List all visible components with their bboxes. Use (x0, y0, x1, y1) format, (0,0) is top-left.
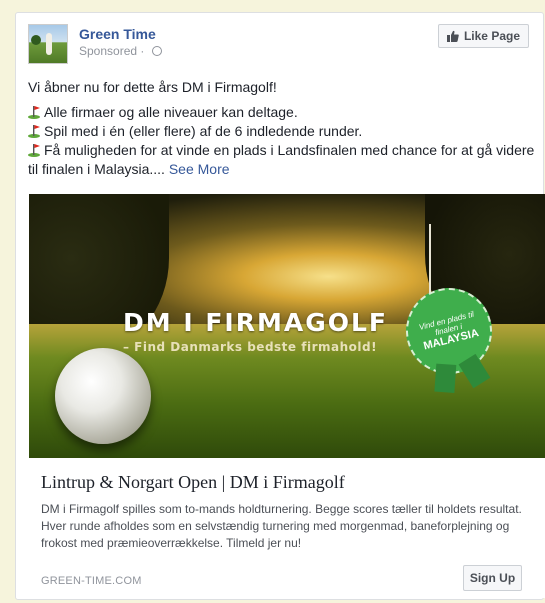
see-more-link[interactable]: See More (169, 161, 230, 177)
avatar-golfer (46, 33, 52, 55)
golf-ball (55, 348, 151, 444)
thumbs-up-icon (446, 30, 459, 42)
like-page-label: Like Page (463, 29, 520, 43)
globe-icon (151, 46, 162, 56)
ad-headline: DM I FIRMAGOLF (123, 308, 388, 337)
like-page-button[interactable]: Like Page (437, 24, 529, 48)
golf-flag-icon (28, 144, 40, 157)
bullet-item: Alle firmaer og alle niveauer kan deltag… (28, 103, 538, 122)
golf-flag-icon (28, 125, 40, 138)
golf-flag-icon (28, 106, 40, 119)
avatar-tree (31, 35, 41, 45)
ad-image[interactable]: DM I FIRMAGOLF – Find Danmarks bedste fi… (29, 194, 545, 458)
post-intro: Vi åbner nu for dette års DM i Firmagolf… (28, 79, 277, 95)
page-name-link[interactable]: Green Time (79, 26, 156, 42)
post-bullets: Alle firmaer og alle niveauer kan deltag… (28, 103, 538, 179)
bullet-item: Få muligheden for at vinde en plads i La… (28, 142, 535, 177)
link-preview[interactable]: Lintrup & Norgart Open | DM i Firmagolf … (29, 458, 545, 598)
link-title[interactable]: Lintrup & Norgart Open | DM i Firmagolf (41, 472, 345, 493)
sponsored-text: Sponsored · (79, 44, 148, 58)
post-text: Vi åbner nu for dette års DM i Firmagolf… (28, 78, 538, 179)
link-description: DM i Firmagolf spilles som to-mands hold… (41, 502, 522, 550)
page-avatar[interactable] (28, 24, 68, 64)
link-domain: GREEN-TIME.COM (41, 575, 142, 587)
badge-ribbon-left (434, 363, 457, 393)
post-header: Green Time Sponsored · Like Page (16, 13, 543, 73)
ad-subheadline: – Find Danmarks bedste firmahold! (123, 340, 378, 354)
bullet-item: Spil med i én (eller flere) af de 6 indl… (28, 122, 538, 141)
sponsored-label: Sponsored · (79, 44, 162, 58)
sign-up-button[interactable]: Sign Up (463, 565, 522, 591)
